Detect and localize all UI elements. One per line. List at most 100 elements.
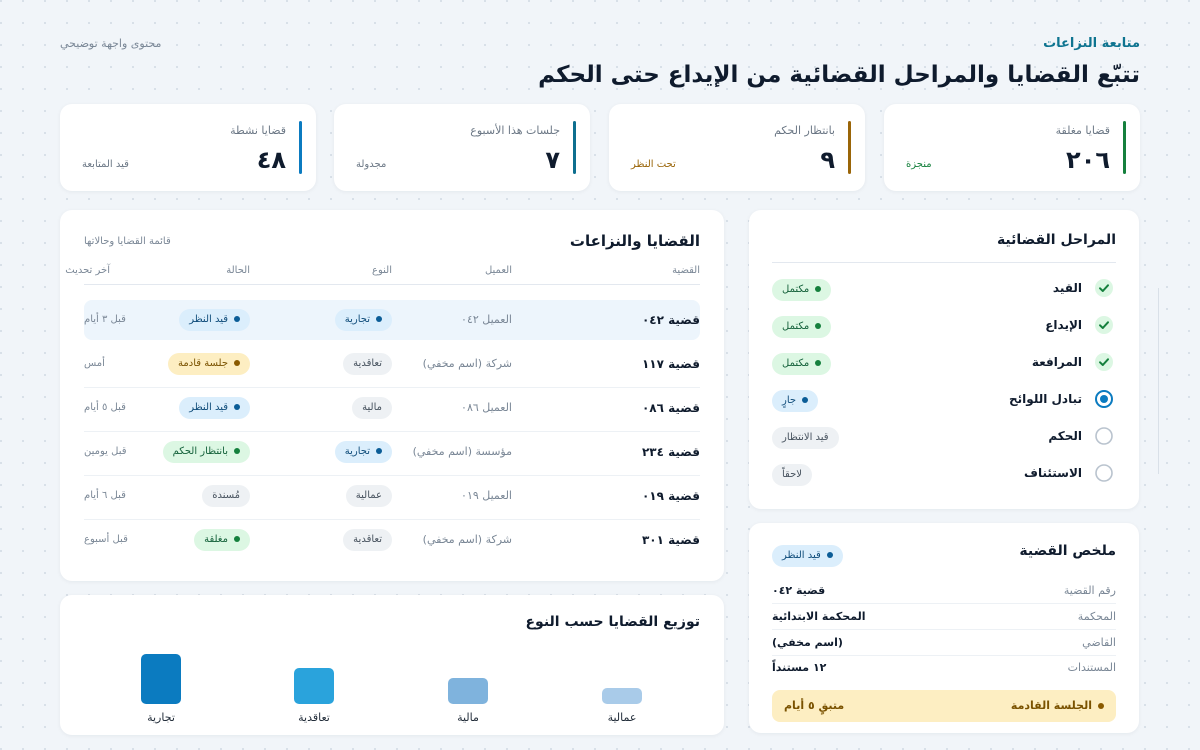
type-badge: مالية — [352, 397, 392, 419]
summary-value: قضية ٠٤٢ — [772, 584, 826, 597]
stage-status-badge: لاحقاً — [772, 464, 812, 486]
next-session-countdown: متبقٍ ٥ أيام — [784, 699, 845, 712]
stage-name: الاستئناف — [1024, 466, 1082, 480]
stat-accent-bar — [299, 121, 302, 174]
case-name[interactable]: قضية ٣٠١ — [642, 520, 700, 560]
stat-value: ٩ — [820, 146, 835, 174]
type-badge: تجارية — [334, 441, 392, 463]
summary-key: المستندات — [1067, 661, 1116, 674]
table-row[interactable]: قضية ٠٤٢ العميل ٠٤٢ تجارية قيد النظر قبل… — [84, 300, 700, 340]
case-name[interactable]: قضية ١١٧ — [642, 344, 700, 384]
summary-status-badge: قيد النظر — [772, 545, 843, 567]
case-name[interactable]: قضية ٢٣٤ — [642, 432, 700, 472]
summary-value: المحكمة الابتدائية — [772, 610, 866, 623]
status-badge: قيد النظر — [179, 397, 250, 419]
distribution-title: توزيع القضايا حسب النوع — [525, 614, 700, 630]
summary-value: (اسم مخفي) — [772, 636, 843, 649]
summary-key: القاضي — [1082, 636, 1116, 649]
chart-bar-1[interactable] — [602, 688, 642, 704]
page-kicker: متابعة النزاعات — [1043, 36, 1140, 51]
table-row[interactable]: قضية ٢٣٤ مؤسسة (اسم مخفي) تجارية بانتظار… — [84, 432, 700, 476]
stage-status-badge: مكتمل — [772, 353, 832, 375]
cases-subtitle: قائمة القضايا وحالاتها — [84, 236, 171, 247]
pending-step-icon — [1095, 464, 1113, 482]
summary-title: ملخص القضية — [1019, 543, 1116, 559]
client-name: العميل ٠١٩ — [461, 489, 512, 502]
client-name: العميل ٠٤٢ — [461, 313, 512, 326]
stat-value: ٧ — [545, 146, 560, 174]
stat-label: قضايا نشطة — [230, 124, 286, 137]
chart-bar-3[interactable] — [294, 668, 334, 704]
client-name: شركة (اسم مخفي) — [422, 533, 512, 546]
summary-divider — [772, 655, 1116, 656]
stat-value: ٤٨ — [256, 146, 286, 174]
summary-row: المحكمة المحكمة الابتدائية — [772, 610, 1116, 628]
client-name: العميل ٠٨٦ — [461, 401, 512, 414]
table-row[interactable]: قضية ٠٨٦ العميل ٠٨٦ مالية قيد النظر قبل … — [84, 388, 700, 432]
stat-card-closed[interactable]: قضايا مغلقة ٢٠٦ منجزة — [884, 104, 1140, 191]
col-header-case[interactable]: القضية — [672, 265, 700, 276]
client-name: شركة (اسم مخفي) — [422, 357, 512, 370]
summary-row: رقم القضية قضية ٠٤٢ — [772, 584, 1116, 602]
type-badge: تجارية — [334, 309, 392, 331]
case-name[interactable]: قضية ٠٨٦ — [642, 388, 700, 428]
updated-time: قبل ٣ أيام — [84, 314, 126, 325]
case-name[interactable]: قضية ٠١٩ — [642, 476, 700, 516]
stage-name: الإيداع — [1045, 318, 1082, 332]
updated-time: قبل يومين — [84, 446, 127, 457]
stat-accent-bar — [1123, 121, 1126, 174]
check-icon — [1095, 353, 1113, 371]
status-badge: مُسندة — [202, 485, 250, 507]
updated-time: قبل ٦ أيام — [84, 490, 126, 501]
stages-timeline — [1158, 288, 1159, 474]
stages-divider — [772, 262, 1116, 263]
case-name[interactable]: قضية ٠٤٢ — [642, 300, 700, 340]
updated-time: قبل أسبوع — [84, 534, 128, 545]
stage-name: القيد — [1052, 281, 1082, 295]
col-header-status[interactable]: الحالة — [226, 265, 250, 276]
pending-step-icon — [1095, 427, 1113, 445]
stat-accent-bar — [848, 121, 851, 174]
page-title: تتبّع القضايا والمراحل القضائية من الإيد… — [538, 62, 1140, 88]
status-badge: قيد النظر — [179, 309, 250, 331]
stage-name: الحكم — [1048, 429, 1082, 443]
col-header-updated[interactable]: آخر تحديث — [65, 265, 110, 276]
cases-title: القضايا والنزاعات — [569, 232, 700, 250]
chart-bar-2[interactable] — [448, 678, 488, 704]
updated-time: أمس — [84, 358, 105, 369]
col-header-type[interactable]: النوع — [372, 265, 392, 276]
stat-sub: قيد المتابعة — [82, 159, 129, 170]
updated-time: قبل ٥ أيام — [84, 402, 126, 413]
summary-row: المستندات ١٢ مستنداً — [772, 661, 1116, 679]
type-badge: تعاقدية — [343, 353, 392, 375]
summary-key: المحكمة — [1077, 610, 1116, 623]
stat-card-awaiting[interactable]: بانتظار الحكم ٩ تحت النظر — [609, 104, 865, 191]
table-row[interactable]: قضية ١١٧ شركة (اسم مخفي) تعاقدية جلسة قا… — [84, 344, 700, 388]
chart-bar-4[interactable] — [141, 654, 181, 704]
col-header-client[interactable]: العميل — [485, 265, 512, 276]
next-session-banner[interactable]: الجلسة القادمة متبقٍ ٥ أيام — [772, 690, 1116, 722]
stage-status-badge: مكتمل — [772, 279, 832, 301]
chart-category-label: عمالية — [607, 711, 637, 724]
next-session-label: الجلسة القادمة — [1011, 699, 1104, 712]
stat-card-active[interactable]: قضايا نشطة ٤٨ قيد المتابعة — [60, 104, 316, 191]
stage-name: تبادل اللوائح — [1009, 392, 1082, 406]
stage-status-badge: قيد الانتظار — [772, 427, 839, 449]
check-icon — [1095, 316, 1113, 334]
demo-note: محتوى واجهة توضيحي — [60, 37, 162, 50]
summary-row: القاضي (اسم مخفي) — [772, 636, 1116, 654]
table-row[interactable]: قضية ٠١٩ العميل ٠١٩ عمالية مُسندة قبل ٦ … — [84, 476, 700, 520]
summary-divider — [772, 603, 1116, 604]
next-session-dot — [1098, 703, 1104, 709]
summary-divider — [772, 629, 1116, 630]
stages-title: المراحل القضائية — [996, 232, 1116, 248]
stat-card-sessions[interactable]: جلسات هذا الأسبوع ٧ مجدولة — [334, 104, 590, 191]
table-row[interactable]: قضية ٣٠١ شركة (اسم مخفي) تعاقدية مغلقة ق… — [84, 520, 700, 560]
stage-status-badge: جارٍ — [772, 390, 819, 412]
check-icon — [1095, 279, 1113, 297]
type-badge: تعاقدية — [343, 529, 392, 551]
stat-label: بانتظار الحكم — [774, 124, 835, 137]
next-session-label-text: الجلسة القادمة — [1010, 699, 1092, 712]
stat-accent-bar — [573, 121, 576, 174]
stage-name: المرافعة — [1031, 355, 1082, 369]
